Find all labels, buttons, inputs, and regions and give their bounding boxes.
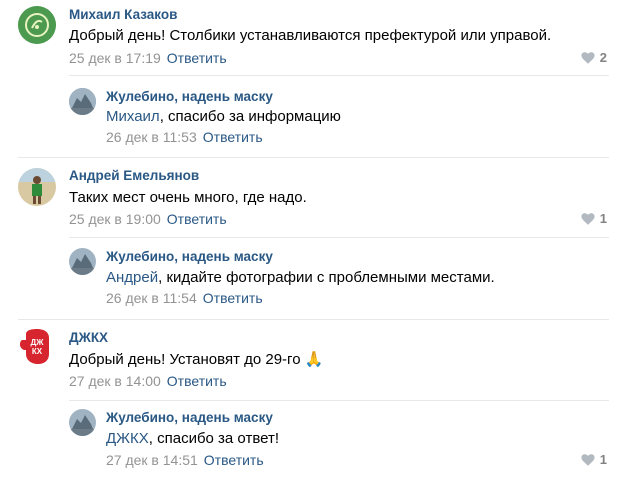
reply-link[interactable]: Ответить [167,211,227,227]
comment-date[interactable]: 27 дек в 14:00 [69,373,161,389]
reply-link[interactable]: Ответить [203,290,263,306]
comment-date[interactable]: 27 дек в 14:51 [106,452,198,468]
heart-icon [581,453,595,466]
comment-author[interactable]: Жулебино, надень маску [106,249,273,264]
reply-link[interactable]: Ответить [167,373,227,389]
divider [69,400,609,401]
comment-author[interactable]: Жулебино, надень маску [106,89,273,104]
comment-meta: 27 дек в 14:00 Ответить [69,373,227,389]
divider [69,75,609,76]
comment-author[interactable]: ДЖКХ [69,330,108,345]
like-button[interactable]: 2 [581,50,607,65]
comment-author[interactable]: Жулебино, надень маску [106,410,273,425]
comment-meta: 26 дек в 11:53 Ответить [106,129,263,145]
avatar[interactable]: ДЖ КХ [18,328,56,366]
comment-date[interactable]: 26 дек в 11:54 [106,290,197,306]
like-button[interactable]: 1 [581,211,607,226]
comment-meta: 25 дек в 19:00 Ответить [69,211,227,227]
avatar[interactable] [18,6,56,44]
comment-meta: 25 дек в 17:19 Ответить [69,50,227,66]
heart-icon [581,51,595,64]
avatar[interactable] [69,88,96,115]
reply-text: , кидайте фотографии с проблемными места… [158,269,495,286]
reply-link[interactable]: Ответить [167,50,227,66]
divider [18,157,609,158]
mention-link[interactable]: ДЖКХ [106,430,149,447]
divider [69,237,609,238]
avatar[interactable] [69,248,96,275]
heart-icon [581,212,595,225]
reply-text: , спасибо за ответ! [148,430,279,447]
comment-author[interactable]: Андрей Емельянов [69,168,199,183]
comment-text: Добрый день! Установят до 29-го 🙏 [69,350,323,368]
comment-meta: 26 дек в 11:54 Ответить [106,290,263,306]
comment-text: ДЖКХ, спасибо за ответ! [106,430,279,447]
comment-text: Михаил, спасибо за информацию [106,108,341,125]
like-count: 1 [599,452,607,467]
praying-hands-icon: 🙏 [304,350,324,368]
comment-meta: 27 дек в 14:51 Ответить [106,452,264,468]
divider [18,319,609,320]
comment-author[interactable]: Михаил Казаков [69,7,177,22]
reply-link[interactable]: Ответить [204,452,264,468]
avatar[interactable] [18,168,56,206]
like-count: 2 [599,50,607,65]
comment-text-body: Добрый день! Установят до 29-го [69,351,301,368]
avatar[interactable] [69,409,96,436]
comment-date[interactable]: 26 дек в 11:53 [106,129,197,145]
mention-link[interactable]: Михаил [106,108,160,125]
comment-text: Андрей, кидайте фотографии с проблемными… [106,269,495,286]
reply-text: , спасибо за информацию [159,108,341,125]
reply-link[interactable]: Ответить [203,129,263,145]
like-button[interactable]: 1 [581,452,607,467]
mention-link[interactable]: Андрей [106,269,158,286]
comment-date[interactable]: 25 дек в 17:19 [69,50,161,66]
comment-date[interactable]: 25 дек в 19:00 [69,211,161,227]
like-count: 1 [599,211,607,226]
comment-text: Добрый день! Столбики устанавливаются пр… [69,27,552,44]
comment-text: Таких мест очень много, где надо. [69,189,307,206]
